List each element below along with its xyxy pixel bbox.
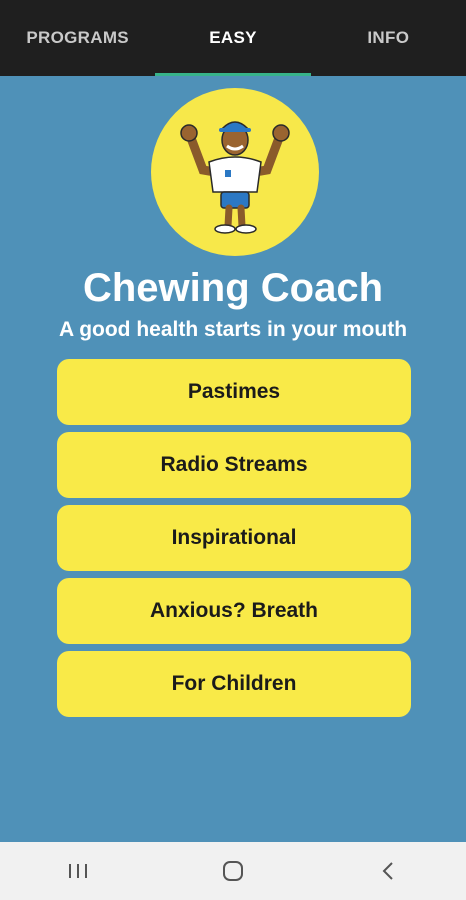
- for-children-button[interactable]: For Children: [57, 651, 411, 717]
- tab-info[interactable]: INFO: [311, 0, 466, 76]
- app-title: Chewing Coach: [82, 266, 384, 310]
- back-button[interactable]: [358, 851, 418, 891]
- recent-apps-button[interactable]: [48, 851, 108, 891]
- home-icon: [222, 861, 243, 881]
- tab-easy-label: EASY: [209, 28, 257, 47]
- inspirational-button[interactable]: Inspirational: [57, 505, 411, 571]
- system-navigation-bar: [0, 842, 466, 900]
- tab-easy[interactable]: EASY: [155, 0, 311, 76]
- radio-streams-button[interactable]: Radio Streams: [57, 432, 411, 498]
- anxious-breath-button[interactable]: Anxious? Breath: [57, 578, 411, 644]
- tab-programs[interactable]: PROGRAMS: [0, 0, 155, 76]
- recent-apps-icon: [68, 864, 87, 878]
- app-tagline: A good health starts in your mouth: [58, 318, 408, 341]
- coach-mascot-icon: [151, 88, 319, 256]
- category-menu: Pastimes Radio Streams Inspirational Anx…: [57, 359, 411, 724]
- pastimes-button[interactable]: Pastimes: [57, 359, 411, 425]
- back-icon: [382, 862, 394, 880]
- tab-bar: PROGRAMS EASY INFO: [0, 0, 466, 76]
- home-button[interactable]: [203, 851, 263, 891]
- main-content: Chewing Coach A good health starts in yo…: [0, 76, 466, 842]
